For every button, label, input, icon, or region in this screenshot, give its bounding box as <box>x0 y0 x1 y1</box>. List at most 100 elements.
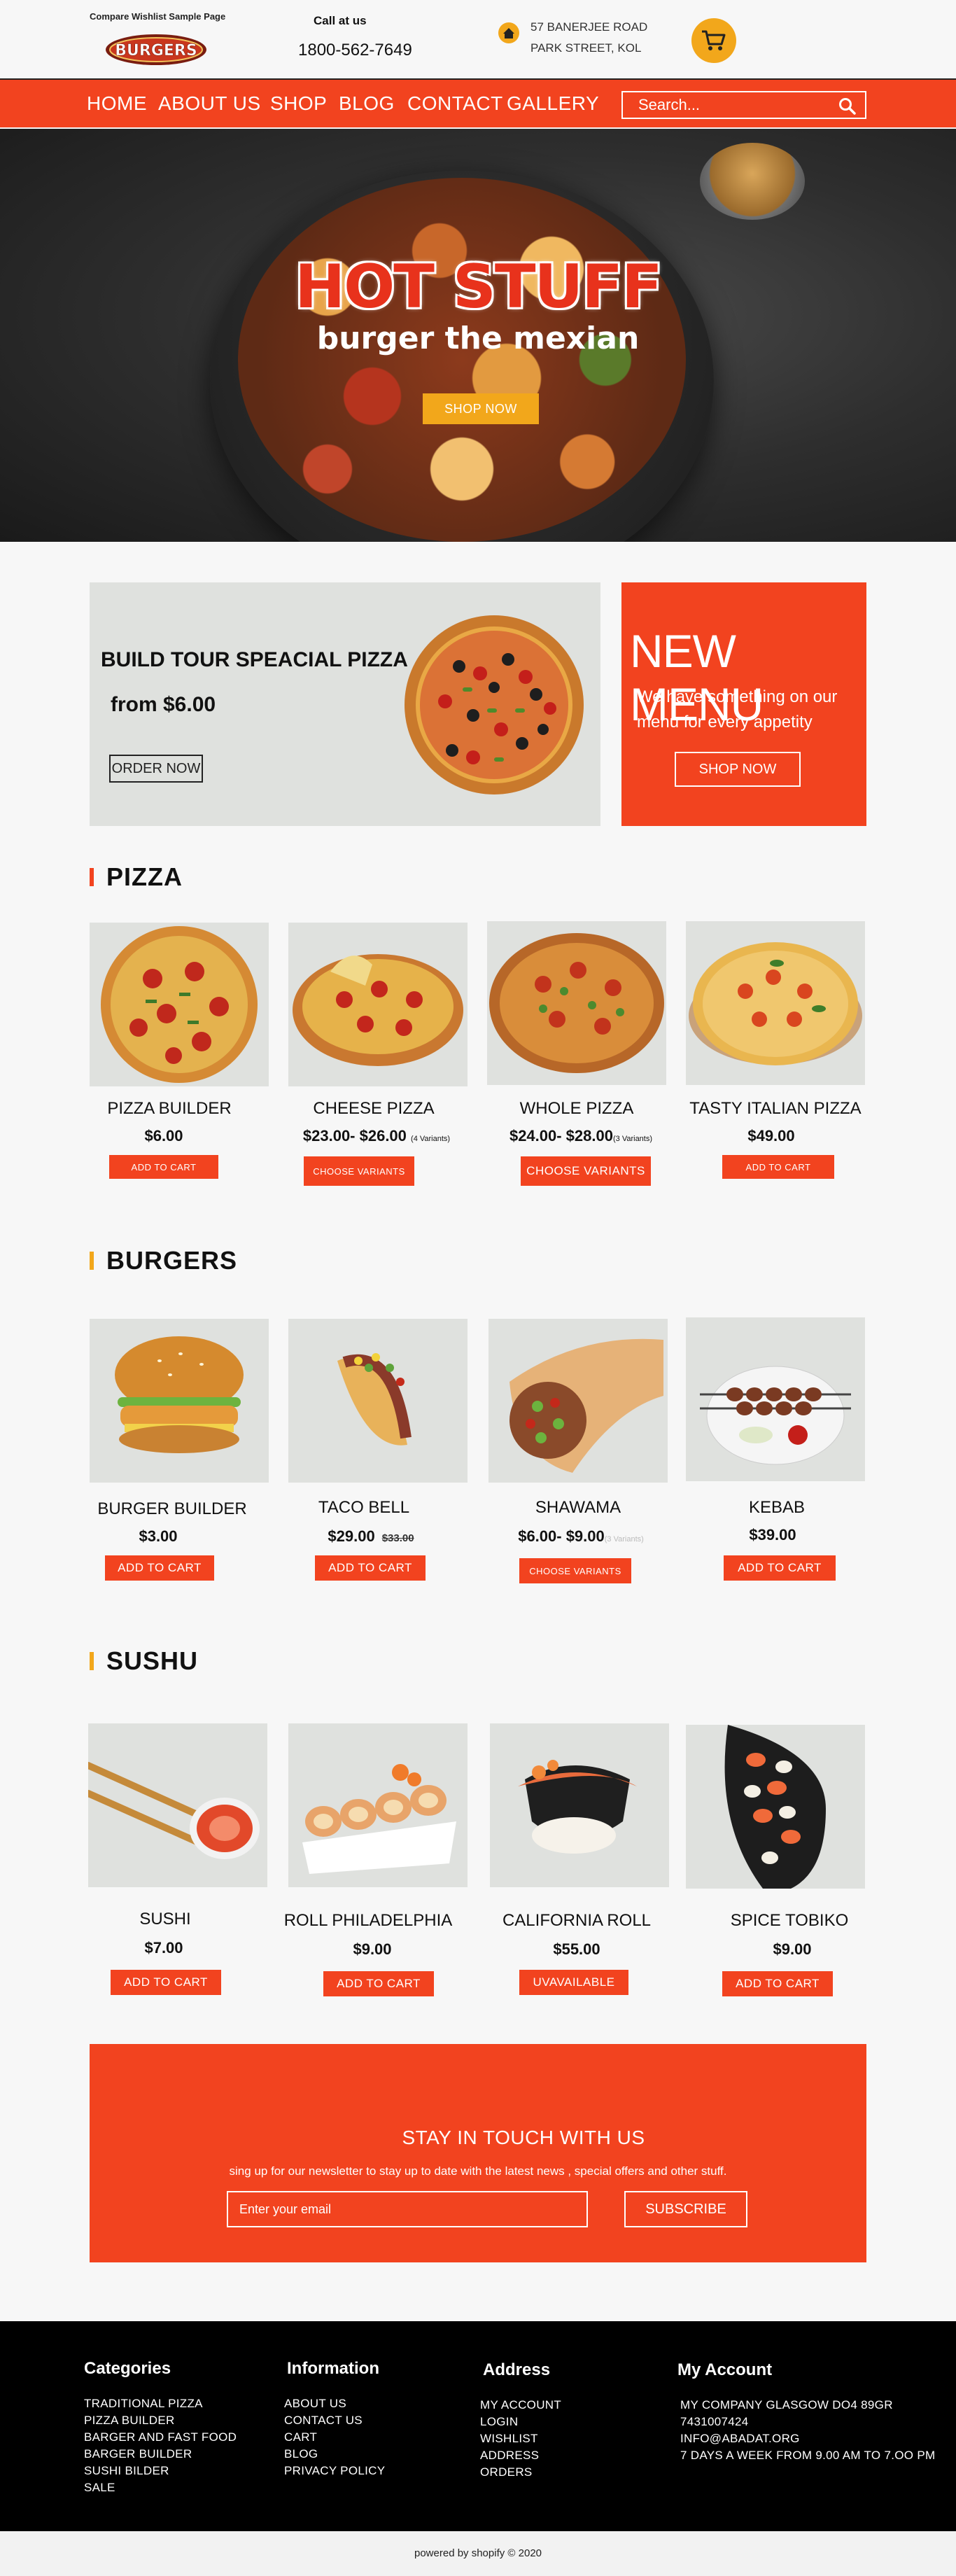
footer-link[interactable]: SALE <box>84 2479 237 2496</box>
add-to-cart-button[interactable]: ADD TO CART <box>111 1970 221 1995</box>
product-image-shawama[interactable] <box>488 1319 668 1483</box>
nav-home[interactable]: HOME <box>87 92 147 115</box>
footer-link[interactable]: ADDRESS <box>480 2447 561 2464</box>
add-to-cart-button[interactable]: ADD TO CART <box>315 1555 426 1581</box>
pizza-section-title: PIZZA <box>90 862 183 892</box>
footer-link[interactable]: BLOG <box>284 2446 385 2463</box>
product-name[interactable]: CHEESE PIZZA <box>283 1099 465 1119</box>
product-price: $9.00 <box>701 1940 883 1959</box>
product-image-spice-tobiko[interactable] <box>686 1725 865 1889</box>
footer-link[interactable]: CART <box>284 2429 385 2446</box>
product-name[interactable]: TACO BELL <box>273 1498 455 1518</box>
footer-link[interactable]: PRIVACY POLICY <box>284 2463 385 2479</box>
footer-link[interactable]: BARGER BUILDER <box>84 2446 237 2463</box>
add-to-cart-button[interactable]: ADD TO CART <box>722 1971 833 1996</box>
product-image-pizza-builder[interactable] <box>90 923 269 1086</box>
product-name[interactable]: SPICE TOBIKO <box>698 1911 880 1931</box>
product-image-taco-bell[interactable] <box>288 1319 468 1483</box>
product-image-burger-builder[interactable] <box>90 1319 269 1483</box>
footer-link[interactable]: CONTACT US <box>284 2412 385 2429</box>
product-image-roll-philadelphia[interactable] <box>288 1723 468 1887</box>
search-box <box>621 91 866 119</box>
product-name[interactable]: ROLL PHILADELPHIA <box>277 1911 459 1931</box>
home-icon <box>498 22 519 43</box>
price-value: $23.00- $26.00 <box>302 1127 407 1144</box>
nav-contact[interactable]: CONTACT <box>407 92 503 115</box>
add-to-cart-button[interactable]: ADD TO CART <box>105 1555 214 1581</box>
product-name[interactable]: SUSHI <box>74 1910 256 1929</box>
footer-link[interactable]: BARGER AND FAST FOOD <box>84 2429 237 2446</box>
section-marker <box>90 1252 94 1270</box>
section-marker <box>90 1652 94 1670</box>
newsletter-text: sing up for our newsletter to stay up to… <box>229 2164 727 2178</box>
footer-link[interactable]: ORDERS <box>480 2464 561 2481</box>
footer-link[interactable]: MY ACCOUNT <box>480 2397 561 2414</box>
product-image-kebab[interactable] <box>686 1317 865 1481</box>
phone-number[interactable]: 1800-562-7649 <box>298 41 412 60</box>
search-input[interactable] <box>623 96 833 114</box>
footer-link[interactable]: WISHLIST <box>480 2430 561 2447</box>
variants-count: (3 Variants) <box>604 1535 644 1544</box>
nav-about-us[interactable]: ABOUT US <box>158 92 261 115</box>
add-to-cart-button[interactable]: ADD TO CART <box>109 1155 218 1179</box>
product-name[interactable]: TASTY ITALIAN PIZZA <box>684 1099 866 1119</box>
hero-subtitle: burger the mexian <box>316 321 640 356</box>
price-value: $24.00- $28.00 <box>509 1127 613 1144</box>
footer-info[interactable]: INFO@ABADAT.ORG <box>680 2430 935 2447</box>
product-image-sushi[interactable] <box>88 1723 267 1887</box>
address: 57 BANERJEE ROAD PARK STREET, KOL <box>530 17 647 59</box>
logo-text: BURGERS <box>115 42 197 59</box>
product-name[interactable]: KEBAB <box>686 1498 868 1518</box>
main-nav: HOME ABOUT US SHOP BLOG CONTACT GALLERY <box>0 78 956 127</box>
top-links[interactable]: Compare Wishlist Sample Page <box>90 11 225 22</box>
footer-info: 7431007424 <box>680 2415 749 2428</box>
newsletter-email-input[interactable] <box>227 2191 588 2227</box>
burgers-section-title: BURGERS <box>90 1246 237 1275</box>
footer-heading: Address <box>483 2360 551 2379</box>
new-menu-shop-now-button[interactable]: SHOP NOW <box>675 752 801 787</box>
choose-variants-button[interactable]: CHOOSE VARIANTS <box>521 1156 651 1186</box>
price-value: $29.00 <box>328 1527 375 1545</box>
product-name[interactable]: SHAWAMA <box>487 1498 669 1518</box>
product-image-california-roll[interactable] <box>490 1723 669 1887</box>
product-name[interactable]: PIZZA BUILDER <box>78 1099 260 1119</box>
product-name[interactable]: BURGER BUILDER <box>81 1499 263 1519</box>
hero-side-bowl-image <box>700 143 805 220</box>
choose-variants-button[interactable]: CHOOSE VARIANTS <box>519 1558 631 1583</box>
nav-blog[interactable]: BLOG <box>339 92 395 115</box>
footer-link[interactable]: ABOUT US <box>284 2395 385 2412</box>
add-to-cart-button[interactable]: ADD TO CART <box>722 1155 834 1179</box>
footer-link[interactable]: PIZZA BUILDER <box>84 2412 237 2429</box>
price-value: $3.00 <box>139 1527 178 1545</box>
footer-heading: Information <box>287 2359 379 2378</box>
copyright: powered by shopify © 2020 <box>0 2531 956 2576</box>
search-icon[interactable] <box>838 97 857 119</box>
footer-link[interactable]: LOGIN <box>480 2414 561 2430</box>
footer-heading: Categories <box>84 2359 171 2378</box>
subscribe-button[interactable]: SUBSCRIBE <box>624 2191 747 2227</box>
cart-button[interactable] <box>691 18 736 63</box>
product-price: $9.00 <box>281 1940 463 1959</box>
choose-variants-button[interactable]: CHOOSE VARIANTS <box>304 1156 414 1186</box>
product-image-cheese-pizza[interactable] <box>288 923 468 1086</box>
footer-link[interactable]: TRADITIONAL PIZZA <box>84 2395 237 2412</box>
footer: Categories TRADITIONAL PIZZA PIZZA BUILD… <box>0 2321 956 2531</box>
add-to-cart-button[interactable]: ADD TO CART <box>323 1971 434 1996</box>
hero-shop-now-button[interactable]: SHOP NOW <box>423 393 539 424</box>
pizza-title-text: PIZZA <box>106 862 183 891</box>
promo-pizza-banner: BUILD TOUR SPEACIAL PIZZA from $6.00 ORD… <box>90 582 600 826</box>
top-bar: Compare Wishlist Sample Page BURGERS Cal… <box>0 0 956 76</box>
add-to-cart-button[interactable]: ADD TO CART <box>724 1555 836 1581</box>
unavailable-button[interactable]: UVAVAILABLE <box>519 1970 628 1995</box>
product-image-whole-pizza[interactable] <box>487 921 666 1085</box>
nav-gallery[interactable]: GALLERY <box>507 92 599 115</box>
nav-shop[interactable]: SHOP <box>270 92 327 115</box>
product-price: $6.00- $9.00(3 Variants) <box>490 1527 672 1546</box>
product-image-tasty-italian-pizza[interactable] <box>686 921 865 1085</box>
order-now-button[interactable]: ORDER NOW <box>109 755 203 783</box>
logo[interactable]: BURGERS <box>104 32 209 67</box>
sushi-section-title: SUSHU <box>90 1646 198 1676</box>
product-name[interactable]: CALIFORNIA ROLL <box>486 1911 668 1931</box>
footer-link[interactable]: SUSHI BILDER <box>84 2463 237 2479</box>
product-name[interactable]: WHOLE PIZZA <box>486 1099 668 1119</box>
